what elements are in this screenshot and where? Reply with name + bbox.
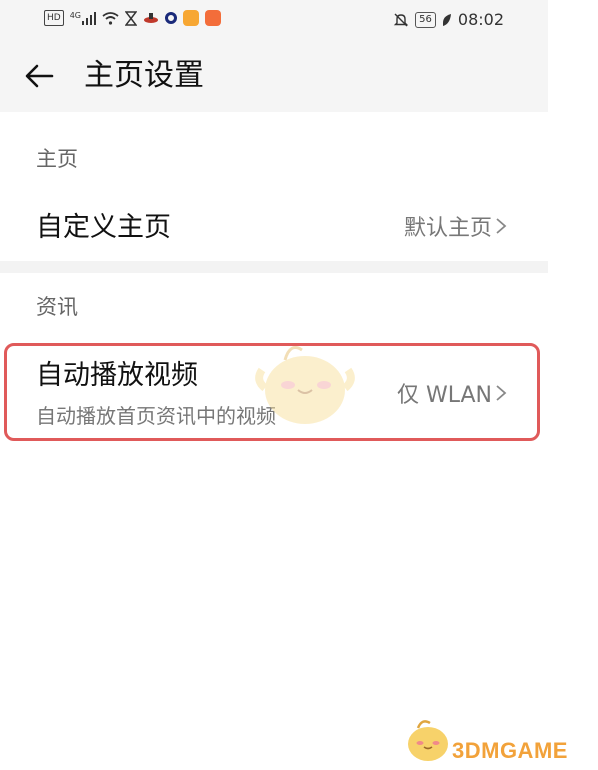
- message-app-icon: [205, 10, 221, 26]
- orange-app-icon: [183, 10, 199, 26]
- wifi-icon: [102, 12, 119, 25]
- custom-home-value: 默认主页: [404, 210, 508, 242]
- custom-home-value-text: 默认主页: [403, 216, 492, 241]
- autoplay-video-title: 自动播放视频: [36, 360, 198, 391]
- page-title: 主页设置: [84, 58, 204, 93]
- autoplay-video-value: 仅 WLAN: [397, 377, 508, 409]
- mascot-watermark-icon: [255, 346, 355, 424]
- chevron-right-icon: [496, 218, 507, 234]
- network-type: 4G: [69, 10, 81, 20]
- status-bar: HD 4G 56 08:02: [0, 0, 548, 40]
- custom-home-row[interactable]: 自定义主页 默认主页: [0, 195, 548, 257]
- autoplay-video-value-text: 仅 WLAN: [396, 383, 492, 408]
- bell-mute-icon: [393, 13, 409, 26]
- section-label-news: 资讯: [36, 295, 78, 319]
- back-button[interactable]: [20, 56, 60, 96]
- clock: 08:02: [457, 10, 504, 29]
- watermark-logo-text: 3DMGAME: [452, 738, 568, 763]
- chevron-right-icon: [496, 385, 507, 401]
- autoplay-video-subtitle: 自动播放首页资讯中的视频: [36, 404, 276, 428]
- hourglass-icon: [125, 10, 137, 26]
- settings-screen: HD 4G 56 08:02 主页设置 主页 自定义主页 默认主页 资讯 自动播…: [0, 0, 548, 770]
- app-icon: [144, 13, 158, 23]
- custom-home-title: 自定义主页: [36, 212, 171, 243]
- signal-icon: 4G: [69, 10, 96, 25]
- leaf-icon: [442, 13, 451, 26]
- arrow-left-icon: [25, 64, 54, 88]
- section-divider: [0, 261, 548, 273]
- section-label-home: 主页: [36, 147, 78, 171]
- battery-icon: 56: [415, 11, 436, 28]
- title-bar: 主页设置: [0, 40, 548, 112]
- hd-icon: HD: [44, 10, 64, 26]
- ring-app-icon: [165, 12, 177, 24]
- status-right: 56 08:02: [393, 10, 504, 29]
- status-left: HD 4G: [44, 10, 221, 26]
- logo-mascot-icon: [408, 720, 448, 761]
